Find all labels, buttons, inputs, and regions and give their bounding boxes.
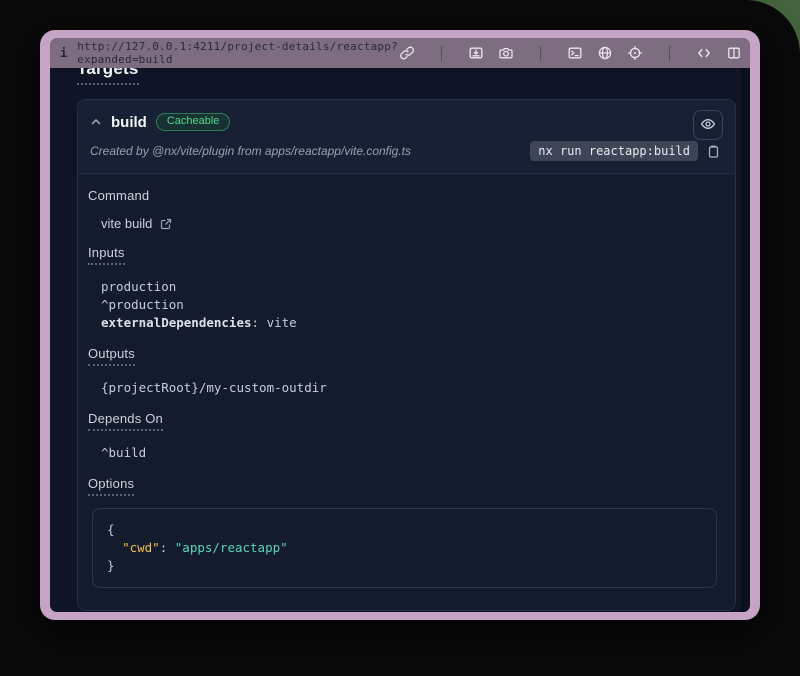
target-card-build: build Cacheable Created by @nx/vite/plug…: [77, 99, 736, 611]
info-icon: i: [60, 46, 67, 60]
input-item: production: [101, 278, 721, 296]
created-by-text: Created by @nx/vite/plugin from apps/rea…: [90, 144, 411, 158]
chevron-up-icon[interactable]: [90, 116, 102, 128]
depends-on-item: ^build: [101, 444, 721, 462]
json-line: "cwd": "apps/reactapp": [107, 539, 702, 557]
json-key: "cwd": [122, 540, 160, 555]
json-line: }: [107, 557, 702, 575]
terminal-icon[interactable]: [567, 45, 583, 61]
browser-toolbar: i http://127.0.0.1:4211/project-details/…: [50, 38, 750, 68]
inbox-download-icon[interactable]: [468, 45, 484, 61]
toolbar-separator: [669, 46, 670, 61]
section-heading-inputs[interactable]: Inputs: [88, 245, 125, 265]
json-string-value: "apps/reactapp": [175, 540, 288, 555]
target-icon[interactable]: [627, 45, 643, 61]
toolbar-separator: [441, 46, 442, 61]
address-url[interactable]: http://127.0.0.1:4211/project-details/re…: [77, 40, 399, 66]
page-viewport: Targets build Cacheable: [50, 68, 750, 612]
globe-icon[interactable]: [597, 45, 613, 61]
options-json-block: { "cwd": "apps/reactapp" }: [92, 508, 717, 588]
input-item: ^production: [101, 296, 721, 314]
input-value: : vite: [252, 315, 297, 330]
command-value: vite build: [101, 216, 152, 231]
build-card-body: Command vite build Inputs production ^pr…: [78, 173, 735, 610]
json-separator: :: [160, 540, 175, 555]
scrollbar-gutter[interactable]: [741, 68, 750, 612]
run-command-chip: nx run reactapp:build: [530, 141, 698, 161]
copy-icon[interactable]: [706, 144, 721, 159]
cacheable-badge: Cacheable: [156, 113, 231, 131]
split-columns-icon[interactable]: [726, 45, 742, 61]
view-graph-button[interactable]: [693, 110, 723, 140]
section-heading-outputs[interactable]: Outputs: [88, 346, 135, 366]
code-icon[interactable]: [696, 45, 712, 61]
camera-icon[interactable]: [498, 45, 514, 61]
build-card-header[interactable]: build Cacheable Created by @nx/vite/plug…: [78, 100, 735, 173]
link-icon[interactable]: [399, 45, 415, 61]
targets-heading: Targets: [77, 68, 139, 85]
section-heading-options[interactable]: Options: [88, 476, 134, 496]
browser-window: i http://127.0.0.1:4211/project-details/…: [40, 30, 760, 620]
output-item: {projectRoot}/my-custom-outdir: [101, 379, 721, 397]
json-line: {: [107, 521, 702, 539]
section-heading-command: Command: [88, 188, 721, 203]
eye-icon: [700, 116, 716, 135]
input-key: externalDependencies: [101, 315, 252, 330]
input-item: externalDependencies: vite: [101, 314, 721, 332]
section-heading-depends-on[interactable]: Depends On: [88, 411, 163, 431]
toolbar-icon-group: [399, 45, 742, 61]
toolbar-separator: [540, 46, 541, 61]
target-name-build: build: [111, 114, 147, 131]
external-link-icon[interactable]: [159, 217, 173, 231]
